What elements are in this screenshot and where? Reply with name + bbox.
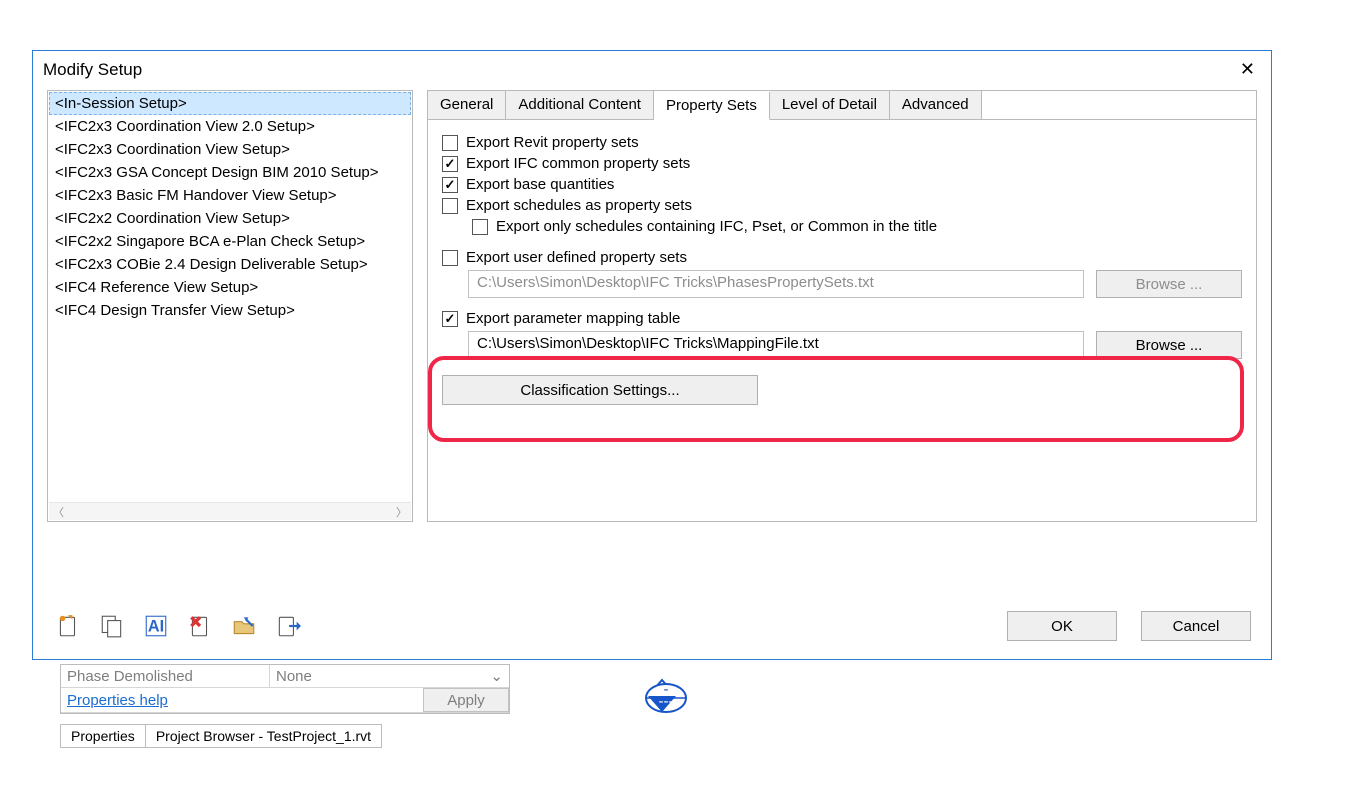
user-defined-path-input[interactable]: C:\Users\Simon\Desktop\IFC Tricks\Phases… bbox=[468, 270, 1084, 298]
setup-item[interactable]: <IFC4 Reference View Setup> bbox=[49, 276, 411, 299]
setup-item[interactable]: <IFC2x3 Coordination View 2.0 Setup> bbox=[49, 115, 411, 138]
tab-general[interactable]: General bbox=[428, 91, 506, 119]
svg-text:---: --- bbox=[659, 693, 674, 710]
export-schedules-only-ifc-checkbox[interactable] bbox=[472, 219, 488, 235]
tabs-pane: General Additional Content Property Sets… bbox=[427, 90, 1257, 522]
param-mapping-path-input[interactable]: C:\Users\Simon\Desktop\IFC Tricks\Mappin… bbox=[468, 331, 1084, 359]
export-setup-icon[interactable] bbox=[273, 611, 303, 641]
bottom-tabs: Properties Project Browser - TestProject… bbox=[60, 724, 382, 748]
background-properties-grid: Phase Demolished None ⌄ Properties help … bbox=[60, 664, 510, 714]
setup-item[interactable]: <IFC2x3 GSA Concept Design BIM 2010 Setu… bbox=[49, 161, 411, 184]
close-icon[interactable]: ✕ bbox=[1234, 57, 1261, 82]
export-param-mapping-checkbox[interactable] bbox=[442, 311, 458, 327]
classification-settings-button[interactable]: Classification Settings... bbox=[442, 375, 758, 405]
ok-button[interactable]: OK bbox=[1007, 611, 1117, 641]
apply-button[interactable]: Apply bbox=[423, 688, 509, 712]
tab-properties[interactable]: Properties bbox=[60, 724, 146, 748]
export-user-defined-checkbox[interactable] bbox=[442, 250, 458, 266]
delete-setup-icon[interactable] bbox=[185, 611, 215, 641]
export-user-defined-label: Export user defined property sets bbox=[466, 249, 687, 266]
export-ifc-common-label: Export IFC common property sets bbox=[466, 155, 690, 172]
setup-item[interactable]: <IFC2x2 Coordination View Setup> bbox=[49, 207, 411, 230]
setup-item[interactable]: <IFC2x3 Basic FM Handover View Setup> bbox=[49, 184, 411, 207]
modify-setup-dialog: Modify Setup ✕ <In-Session Setup> <IFC2x… bbox=[32, 50, 1272, 660]
setup-item[interactable]: <IFC4 Design Transfer View Setup> bbox=[49, 299, 411, 322]
export-base-qty-checkbox[interactable] bbox=[442, 177, 458, 193]
dialog-title: Modify Setup bbox=[43, 60, 142, 80]
cancel-button[interactable]: Cancel bbox=[1141, 611, 1251, 641]
scroll-left-icon[interactable]: 〈 bbox=[49, 504, 68, 520]
tab-level-of-detail[interactable]: Level of Detail bbox=[770, 91, 890, 119]
svg-text:AI: AI bbox=[148, 617, 164, 635]
chevron-down-icon[interactable]: ⌄ bbox=[490, 667, 503, 685]
setup-toolbar: AI bbox=[53, 611, 303, 641]
export-schedules-only-ifc-label: Export only schedules containing IFC, Ps… bbox=[496, 218, 937, 235]
view-cube-compass-icon[interactable]: - --- bbox=[628, 668, 696, 724]
properties-help-link[interactable]: Properties help bbox=[67, 692, 168, 709]
export-ifc-common-checkbox[interactable] bbox=[442, 156, 458, 172]
tab-project-browser[interactable]: Project Browser - TestProject_1.rvt bbox=[146, 724, 382, 748]
phase-demolished-label: Phase Demolished bbox=[61, 666, 269, 687]
scroll-right-icon[interactable]: 〉 bbox=[392, 504, 411, 520]
export-schedules-label: Export schedules as property sets bbox=[466, 197, 692, 214]
tab-property-sets[interactable]: Property Sets bbox=[654, 92, 770, 120]
tab-additional-content[interactable]: Additional Content bbox=[506, 91, 654, 119]
new-setup-icon[interactable] bbox=[53, 611, 83, 641]
export-revit-label: Export Revit property sets bbox=[466, 134, 639, 151]
setup-item[interactable]: <IFC2x3 Coordination View Setup> bbox=[49, 138, 411, 161]
setup-item[interactable]: <IFC2x3 COBie 2.4 Design Deliverable Set… bbox=[49, 253, 411, 276]
export-base-qty-label: Export base quantities bbox=[466, 176, 614, 193]
export-param-mapping-label: Export parameter mapping table bbox=[466, 310, 680, 327]
export-schedules-checkbox[interactable] bbox=[442, 198, 458, 214]
setup-item[interactable]: <In-Session Setup> bbox=[49, 92, 411, 115]
phase-demolished-value: None bbox=[276, 668, 312, 685]
setup-list[interactable]: <In-Session Setup> <IFC2x3 Coordination … bbox=[47, 90, 413, 522]
tab-advanced[interactable]: Advanced bbox=[890, 91, 982, 119]
user-defined-browse-button[interactable]: Browse ... bbox=[1096, 270, 1242, 298]
copy-setup-icon[interactable] bbox=[97, 611, 127, 641]
export-revit-checkbox[interactable] bbox=[442, 135, 458, 151]
setup-item[interactable]: <IFC2x2 Singapore BCA e-Plan Check Setup… bbox=[49, 230, 411, 253]
param-mapping-browse-button[interactable]: Browse ... bbox=[1096, 331, 1242, 359]
rename-setup-icon[interactable]: AI bbox=[141, 611, 171, 641]
import-setup-icon[interactable] bbox=[229, 611, 259, 641]
horizontal-scrollbar[interactable]: 〈 〉 bbox=[49, 502, 411, 520]
